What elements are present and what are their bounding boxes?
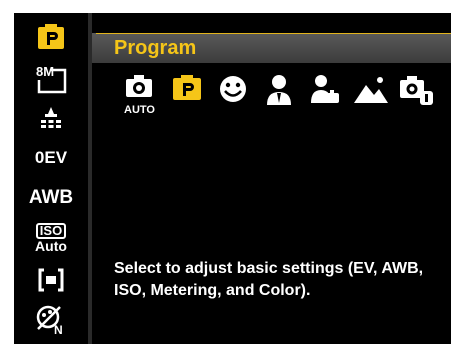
exposure-label: 0EV	[34, 148, 68, 167]
mode-scene[interactable]	[306, 73, 344, 119]
sidebar-item-metering[interactable]	[14, 261, 88, 299]
camera-scene-icon	[400, 76, 433, 105]
mode-program[interactable]	[168, 73, 206, 119]
color-effect-icon: N	[36, 305, 63, 336]
mode-smile[interactable]	[214, 73, 252, 119]
iso-label: ISO	[35, 223, 67, 239]
mode-portrait[interactable]	[260, 73, 298, 119]
sidebar-item-exposure[interactable]: 0EV	[14, 139, 88, 177]
title-bar: Program	[92, 33, 451, 63]
color-mode-label: N	[54, 323, 63, 336]
menu-panel: Program AUTO Select to adjust basic sett…	[92, 13, 451, 344]
scene-person-icon	[311, 75, 339, 103]
auto-label: AUTO	[124, 104, 155, 116]
menu-title: Program	[114, 37, 197, 59]
iso-value: Auto	[35, 238, 67, 254]
camera-menu-screen: 8M 0EV AWB ISO Auto N Program AUTO Selec…	[0, 0, 465, 344]
quality-stars-icon	[41, 107, 61, 128]
mode-landscape[interactable]	[352, 73, 390, 119]
program-p-icon	[38, 24, 64, 49]
program-p-icon	[173, 75, 201, 100]
landscape-mountain-icon	[354, 77, 388, 103]
sidebar-item-iso[interactable]: ISO Auto	[14, 219, 88, 257]
camera-auto-icon: AUTO	[124, 75, 155, 116]
sidebar-item-white-balance[interactable]: AWB	[14, 179, 88, 217]
settings-sidebar: 8M 0EV AWB ISO Auto N	[14, 13, 92, 344]
smile-face-icon	[220, 76, 246, 102]
portrait-person-icon	[267, 75, 291, 105]
white-balance-label: AWB	[28, 187, 74, 208]
resolution-label: 8M	[36, 64, 54, 79]
sidebar-item-program[interactable]	[14, 18, 88, 56]
mode-scene-camera[interactable]	[398, 73, 436, 119]
metering-spot-icon	[38, 268, 64, 292]
mode-selector: AUTO	[114, 73, 444, 123]
sidebar-item-color[interactable]: N	[14, 301, 88, 339]
sidebar-item-resolution[interactable]: 8M	[14, 59, 88, 97]
mode-auto[interactable]: AUTO	[122, 73, 160, 119]
resolution-8m-icon: 8M	[36, 64, 67, 94]
help-description: Select to adjust basic settings (EV, AWB…	[114, 260, 424, 299]
sidebar-item-quality[interactable]	[14, 99, 88, 137]
